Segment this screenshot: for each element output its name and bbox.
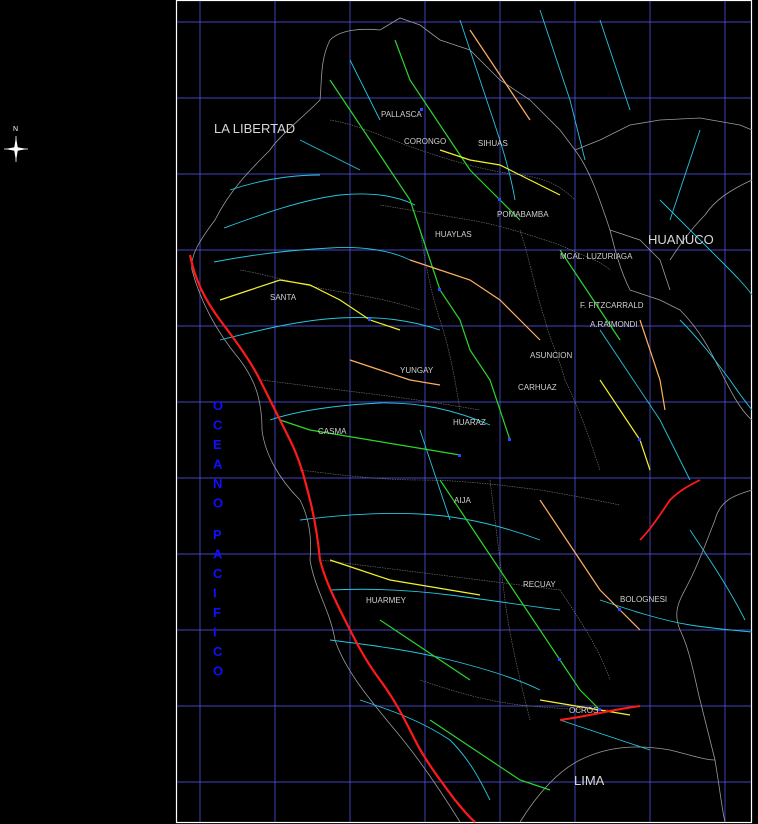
label-f-fitzcarrald: F. FITZCARRALD	[580, 301, 644, 310]
ocean-letter: O	[213, 664, 223, 679]
ocean-letter: E	[213, 437, 222, 452]
ocean-letter: O	[213, 398, 223, 413]
ocean-letter: A	[213, 457, 223, 472]
label-casma: CASMA	[318, 427, 347, 436]
ocean-letter: C	[213, 566, 223, 581]
label-a-raimondi: A.RAIMONDI	[590, 320, 638, 329]
north-arrow-icon: N	[4, 126, 28, 162]
compass-north-label: N	[13, 126, 18, 133]
ocean-letter: P	[213, 527, 222, 542]
label-sihuas: SIHUAS	[478, 139, 508, 148]
label-aija: AIJA	[454, 496, 472, 505]
ocean-letter: C	[213, 644, 223, 659]
label-recuay: RECUAY	[523, 580, 556, 589]
ocean-letter: N	[213, 476, 222, 491]
ocean-letter: F	[213, 605, 221, 620]
ocean-letter: I	[213, 625, 217, 640]
ocean-letter: I	[213, 586, 217, 601]
label-bolognesi: BOLOGNESI	[620, 595, 667, 604]
label-carhuaz: CARHUAZ	[518, 383, 557, 392]
label-santa: SANTA	[270, 293, 297, 302]
label-pallasca: PALLASCA	[381, 110, 422, 119]
label-lima: LIMA	[574, 773, 605, 788]
label-huarmey: HUARMEY	[366, 596, 407, 605]
ocean-label: OCEANOPACIFICO	[213, 398, 223, 679]
ocean-letter: O	[213, 496, 223, 511]
label-pomabamba: POMABAMBA	[497, 210, 549, 219]
label-la-libertad: LA LIBERTAD	[214, 121, 295, 136]
label-huaylas: HUAYLAS	[435, 230, 472, 239]
label-huaraz: HUARAZ	[453, 418, 486, 427]
coastal-highway	[188, 254, 476, 823]
label-huanuco: HUANUCO	[648, 232, 714, 247]
label-ocros: OCROS	[569, 706, 598, 715]
map-viewport[interactable]: N LA LIBERTAD HUANUCO LIMA O C E A N O P…	[0, 0, 758, 824]
label-mcal-luzuriaga: MCAL. LUZURIAGA	[560, 252, 633, 261]
ocean-letter: A	[213, 547, 223, 562]
ancash-road-map: N LA LIBERTAD HUANUCO LIMA OCEANOPACIFIC…	[4, 0, 753, 824]
ocean-letter: C	[213, 418, 223, 433]
label-asuncion: ASUNCION	[530, 351, 572, 360]
label-yungay: YUNGAY	[400, 366, 434, 375]
label-corongo: CORONGO	[404, 137, 446, 146]
